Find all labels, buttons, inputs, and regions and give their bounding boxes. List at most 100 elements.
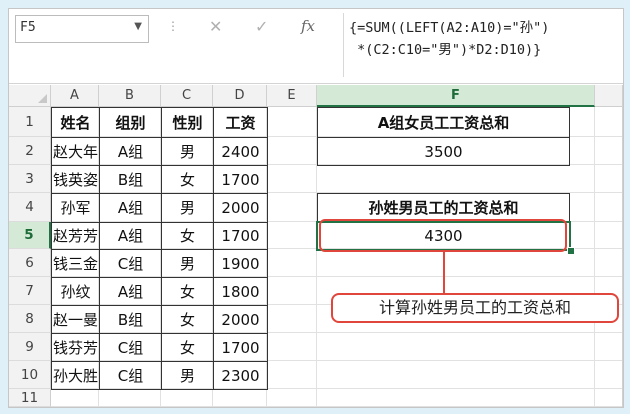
- summary-label-a-group-female[interactable]: A组女员工工资总和: [317, 107, 570, 138]
- table-row-cell[interactable]: C组: [99, 361, 162, 390]
- grid-cell[interactable]: [267, 222, 317, 249]
- checkmark-icon[interactable]: ✓: [255, 17, 268, 36]
- grid-cell[interactable]: [51, 389, 99, 407]
- grid-cell[interactable]: [595, 165, 623, 193]
- table-header-cell[interactable]: 组别: [99, 107, 162, 138]
- formula-line-2: *(C2:C10="男")*D2:D10)}: [349, 42, 542, 58]
- grid-cell[interactable]: [267, 305, 317, 333]
- column-header-d[interactable]: D: [213, 85, 267, 107]
- grid-cell[interactable]: [595, 333, 623, 361]
- grid-cell[interactable]: [267, 389, 317, 407]
- table-row-cell[interactable]: A组: [99, 193, 162, 223]
- grid-cell[interactable]: [267, 277, 317, 305]
- table-row-cell[interactable]: 女: [161, 222, 214, 250]
- table-row-cell[interactable]: 2000: [213, 193, 268, 223]
- column-header-f[interactable]: F: [317, 85, 595, 107]
- table-row-cell[interactable]: A组: [99, 277, 162, 306]
- grid-cell[interactable]: [595, 249, 623, 277]
- table-row-cell[interactable]: 赵一曼: [51, 305, 100, 334]
- table-header-cell[interactable]: 工资: [213, 107, 268, 138]
- row-header-2[interactable]: 2: [9, 137, 51, 165]
- summary-value-a-group-female[interactable]: 3500: [317, 137, 570, 166]
- table-row-cell[interactable]: 男: [161, 193, 214, 223]
- table-row-cell[interactable]: A组: [99, 222, 162, 250]
- row-header-10[interactable]: 10: [9, 361, 51, 389]
- grid-cell[interactable]: [595, 222, 623, 249]
- table-row-cell[interactable]: 1700: [213, 333, 268, 362]
- formula-input[interactable]: {=SUM((LEFT(A2:A10)="孙") *(C2:C10="男")*D…: [349, 17, 621, 61]
- column-header-e[interactable]: E: [267, 85, 317, 107]
- row-header-9[interactable]: 9: [9, 333, 51, 361]
- grid-cell[interactable]: [317, 361, 595, 389]
- grid-cell[interactable]: [317, 333, 595, 361]
- table-row-cell[interactable]: 赵大年: [51, 137, 100, 166]
- table-row-cell[interactable]: 女: [161, 333, 214, 362]
- row-header-7[interactable]: 7: [9, 277, 51, 305]
- column-header-partial[interactable]: [595, 85, 623, 107]
- table-row-cell[interactable]: 钱英姿: [51, 165, 100, 194]
- grid-cell[interactable]: [267, 137, 317, 165]
- row-header-6[interactable]: 6: [9, 249, 51, 277]
- table-row-cell[interactable]: 1800: [213, 277, 268, 306]
- grid-cell[interactable]: [595, 107, 623, 137]
- table-row-cell[interactable]: 孙军: [51, 193, 100, 223]
- table-row-cell[interactable]: 2400: [213, 137, 268, 166]
- grid-cell[interactable]: [267, 249, 317, 277]
- grid-cell[interactable]: [267, 107, 317, 137]
- column-header-c[interactable]: C: [161, 85, 213, 107]
- name-box[interactable]: F5 ▼: [15, 15, 149, 43]
- fx-icon[interactable]: fx: [301, 17, 315, 35]
- table-row-cell[interactable]: A组: [99, 137, 162, 166]
- table-row-cell[interactable]: 女: [161, 165, 214, 194]
- table-row-cell[interactable]: 孙纹: [51, 277, 100, 306]
- table-header-cell[interactable]: 性别: [161, 107, 214, 138]
- row-header-5[interactable]: 5: [9, 222, 51, 249]
- row-header-11[interactable]: 11: [9, 389, 51, 407]
- table-row-cell[interactable]: C组: [99, 249, 162, 278]
- grid-cell[interactable]: [267, 193, 317, 222]
- grid-cell[interactable]: [267, 165, 317, 193]
- grid-cell[interactable]: [213, 389, 267, 407]
- table-header-cell[interactable]: 姓名: [51, 107, 100, 138]
- table-row-cell[interactable]: 女: [161, 277, 214, 306]
- worksheet-grid[interactable]: A B C D E F 1 2 3 4 5 6 7 8 9 10 11 姓名 组别 性别 工资 赵大年 A组男 2400 钱英姿…: [9, 85, 623, 407]
- table-row-cell[interactable]: 男: [161, 137, 214, 166]
- table-row-cell[interactable]: 2000: [213, 305, 268, 334]
- row-header-3[interactable]: 3: [9, 165, 51, 193]
- row-header-1[interactable]: 1: [9, 107, 51, 137]
- table-row-cell[interactable]: 赵芳芳: [51, 222, 100, 250]
- grid-cell[interactable]: [595, 361, 623, 389]
- table-row-cell[interactable]: 孙大胜: [51, 361, 100, 390]
- table-row-cell[interactable]: 男: [161, 249, 214, 278]
- column-header-b[interactable]: B: [99, 85, 161, 107]
- table-row-cell[interactable]: 1700: [213, 165, 268, 194]
- table-row-cell[interactable]: 2300: [213, 361, 268, 390]
- table-row-cell[interactable]: 钱三金: [51, 249, 100, 278]
- grid-cell[interactable]: [267, 333, 317, 361]
- column-header-a[interactable]: A: [51, 85, 99, 107]
- grid-cell[interactable]: [595, 193, 623, 222]
- grid-cell[interactable]: [317, 389, 595, 407]
- table-row-cell[interactable]: 1900: [213, 249, 268, 278]
- table-row-cell[interactable]: 男: [161, 361, 214, 390]
- grid-cell[interactable]: [595, 137, 623, 165]
- table-row-cell[interactable]: B组: [99, 165, 162, 194]
- grid-cell[interactable]: [595, 389, 623, 407]
- table-row-cell[interactable]: C组: [99, 333, 162, 362]
- close-icon[interactable]: ✕: [209, 17, 222, 36]
- grid-cell[interactable]: [161, 389, 213, 407]
- row-header-8[interactable]: 8: [9, 305, 51, 333]
- select-all-corner[interactable]: [9, 85, 51, 107]
- grid-cell[interactable]: [317, 165, 595, 193]
- table-row-cell[interactable]: B组: [99, 305, 162, 334]
- table-row-cell[interactable]: 女: [161, 305, 214, 334]
- chevron-down-icon[interactable]: ▼: [134, 21, 142, 32]
- grid-cell[interactable]: [267, 361, 317, 389]
- table-row-cell[interactable]: 1700: [213, 222, 268, 250]
- grid-cell[interactable]: [317, 249, 595, 277]
- fill-handle[interactable]: [567, 247, 575, 255]
- row-header-4[interactable]: 4: [9, 193, 51, 222]
- grid-cell[interactable]: [99, 389, 161, 407]
- table-row-cell[interactable]: 钱芬芳: [51, 333, 100, 362]
- vertical-dots-icon[interactable]: ⋮: [167, 19, 179, 33]
